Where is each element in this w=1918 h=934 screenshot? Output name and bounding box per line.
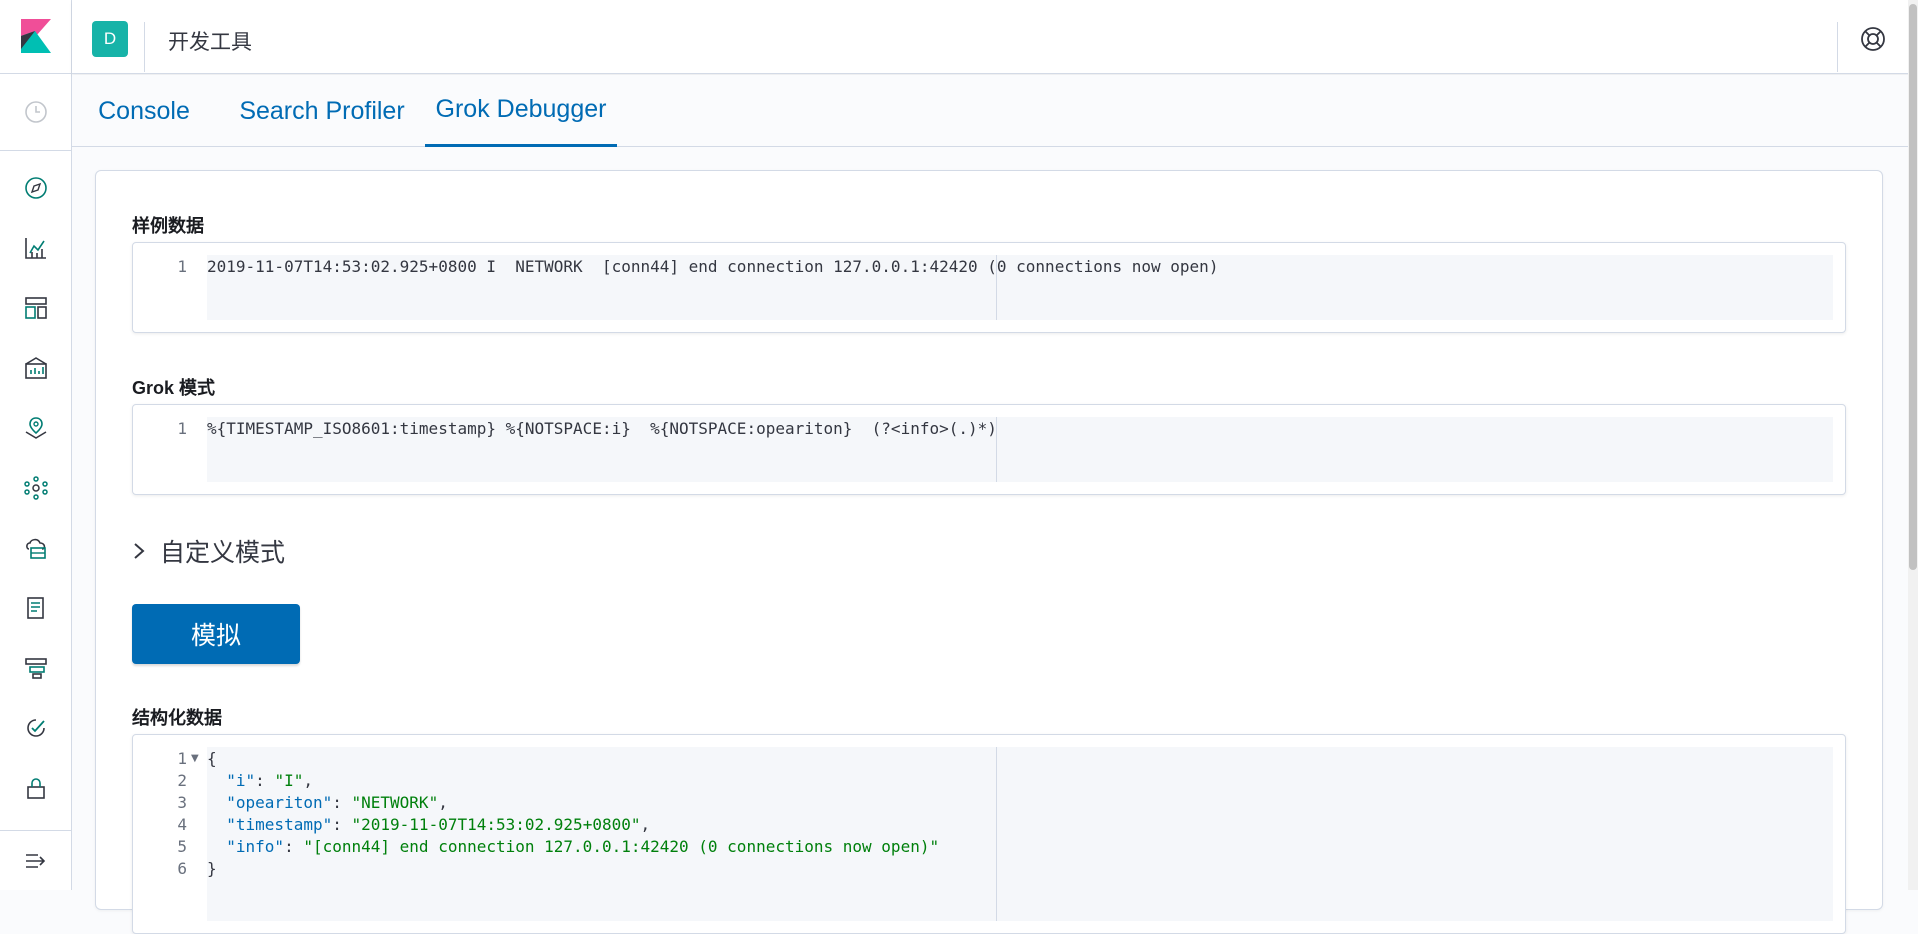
line-number: 1 <box>177 257 187 276</box>
custom-patterns-toggle[interactable]: 自定义模式 <box>132 535 285 567</box>
line-number: 2 <box>177 771 187 790</box>
json-entry: "timestamp": "2019-11-07T14:53:02.925+08… <box>226 815 651 834</box>
json-comma: , <box>438 793 448 812</box>
kibana-logo[interactable] <box>0 0 72 74</box>
page-scrollbar[interactable] <box>1908 0 1918 890</box>
structured-data-label: 结构化数据 <box>132 708 222 728</box>
line-number: 1 <box>177 749 187 768</box>
scrollbar-thumb[interactable] <box>1909 4 1917 570</box>
json-open-brace: { <box>207 749 217 768</box>
kibana-logo-icon <box>21 18 51 53</box>
logs-icon <box>27 597 44 619</box>
clock-icon <box>25 101 47 123</box>
tab-grok-debugger[interactable]: Grok Debugger <box>425 75 617 147</box>
line-number: 1 <box>177 419 187 438</box>
nav-recently-viewed[interactable] <box>0 84 72 140</box>
sample-data-label: 样例数据 <box>132 216 204 236</box>
lock-icon <box>27 778 45 799</box>
dashboard-icon <box>25 297 47 319</box>
simulate-button[interactable]: 模拟 <box>132 604 300 664</box>
json-key: "opeariton" <box>226 793 333 812</box>
header-divider-right <box>1837 22 1838 72</box>
machine-learning-icon <box>24 476 48 500</box>
line-number: 4 <box>177 815 187 834</box>
json-entry: "opeariton": "NETWORK", <box>226 793 448 812</box>
collapse-menu-icon <box>26 853 46 868</box>
nav-discover[interactable] <box>0 160 72 216</box>
tab-search-profiler[interactable]: Search Profiler <box>234 75 410 147</box>
chevron-right-icon <box>134 543 145 559</box>
apm-icon <box>25 658 47 679</box>
side-nav <box>0 0 72 890</box>
custom-patterns-label: 自定义模式 <box>160 539 286 567</box>
dev-tools-tabs: Console Search Profiler Grok Debugger <box>72 75 1918 147</box>
line-number: 5 <box>177 837 187 856</box>
help-icon[interactable] <box>1858 24 1888 54</box>
uptime-icon <box>27 719 45 737</box>
json-value: "[conn44] end connection 127.0.0.1:42420… <box>303 837 940 856</box>
print-margin <box>996 747 997 921</box>
json-entry: "info": "[conn44] end connection 127.0.0… <box>226 837 940 856</box>
nav-siem[interactable] <box>0 760 72 816</box>
chart-icon <box>25 238 46 259</box>
json-key: "i" <box>226 771 256 790</box>
infrastructure-icon <box>26 538 46 559</box>
nav-maps[interactable] <box>0 400 72 456</box>
sample-data-editor[interactable]: 1 2019-11-07T14:53:02.925+0800 I NETWORK… <box>132 242 1846 333</box>
sample-data-line: 2019-11-07T14:53:02.925+0800 I NETWORK [… <box>207 257 1219 276</box>
grok-pattern-label: Grok 模式 <box>132 378 216 398</box>
compass-icon <box>25 177 47 199</box>
json-value: "NETWORK" <box>351 793 439 812</box>
json-comma: , <box>303 771 313 790</box>
json-key: "info" <box>226 837 285 856</box>
grok-pattern-line: %{TIMESTAMP_ISO8601:timestamp} %{NOTSPAC… <box>207 419 997 438</box>
nav-divider <box>0 150 72 151</box>
nav-uptime[interactable] <box>0 700 72 756</box>
maps-icon <box>25 417 47 439</box>
top-header: D 开发工具 <box>72 0 1918 74</box>
nav-visualize[interactable] <box>0 220 72 276</box>
json-close-brace: } <box>207 859 217 878</box>
header-divider <box>144 22 145 72</box>
tab-console[interactable]: Console <box>96 75 192 147</box>
nav-machine-learning[interactable] <box>0 460 72 516</box>
canvas-icon <box>25 357 47 379</box>
nav-infrastructure[interactable] <box>0 520 72 576</box>
line-number: 6 <box>177 859 187 878</box>
line-number: 3 <box>177 793 187 812</box>
json-entry: "i": "I", <box>226 771 313 790</box>
fold-toggle-icon[interactable]: ▼ <box>191 753 199 764</box>
nav-collapse-button[interactable] <box>0 830 72 890</box>
json-comma: , <box>640 815 651 834</box>
json-key: "timestamp" <box>226 815 333 834</box>
nav-dashboard[interactable] <box>0 280 72 336</box>
breadcrumb-title: 开发工具 <box>168 31 252 54</box>
structured-data-output[interactable]: 1 ▼ 2 3 4 5 6 { "i": "I", "opeariton": "… <box>132 734 1846 934</box>
grok-pattern-editor[interactable]: 1 %{TIMESTAMP_ISO8601:timestamp} %{NOTSP… <box>132 404 1846 495</box>
json-value: "2019-11-07T14:53:02.925+0800" <box>351 815 641 834</box>
space-avatar[interactable]: D <box>92 21 128 57</box>
nav-logs[interactable] <box>0 580 72 636</box>
json-value: "I" <box>274 771 304 790</box>
nav-apm[interactable] <box>0 640 72 696</box>
nav-canvas[interactable] <box>0 340 72 396</box>
